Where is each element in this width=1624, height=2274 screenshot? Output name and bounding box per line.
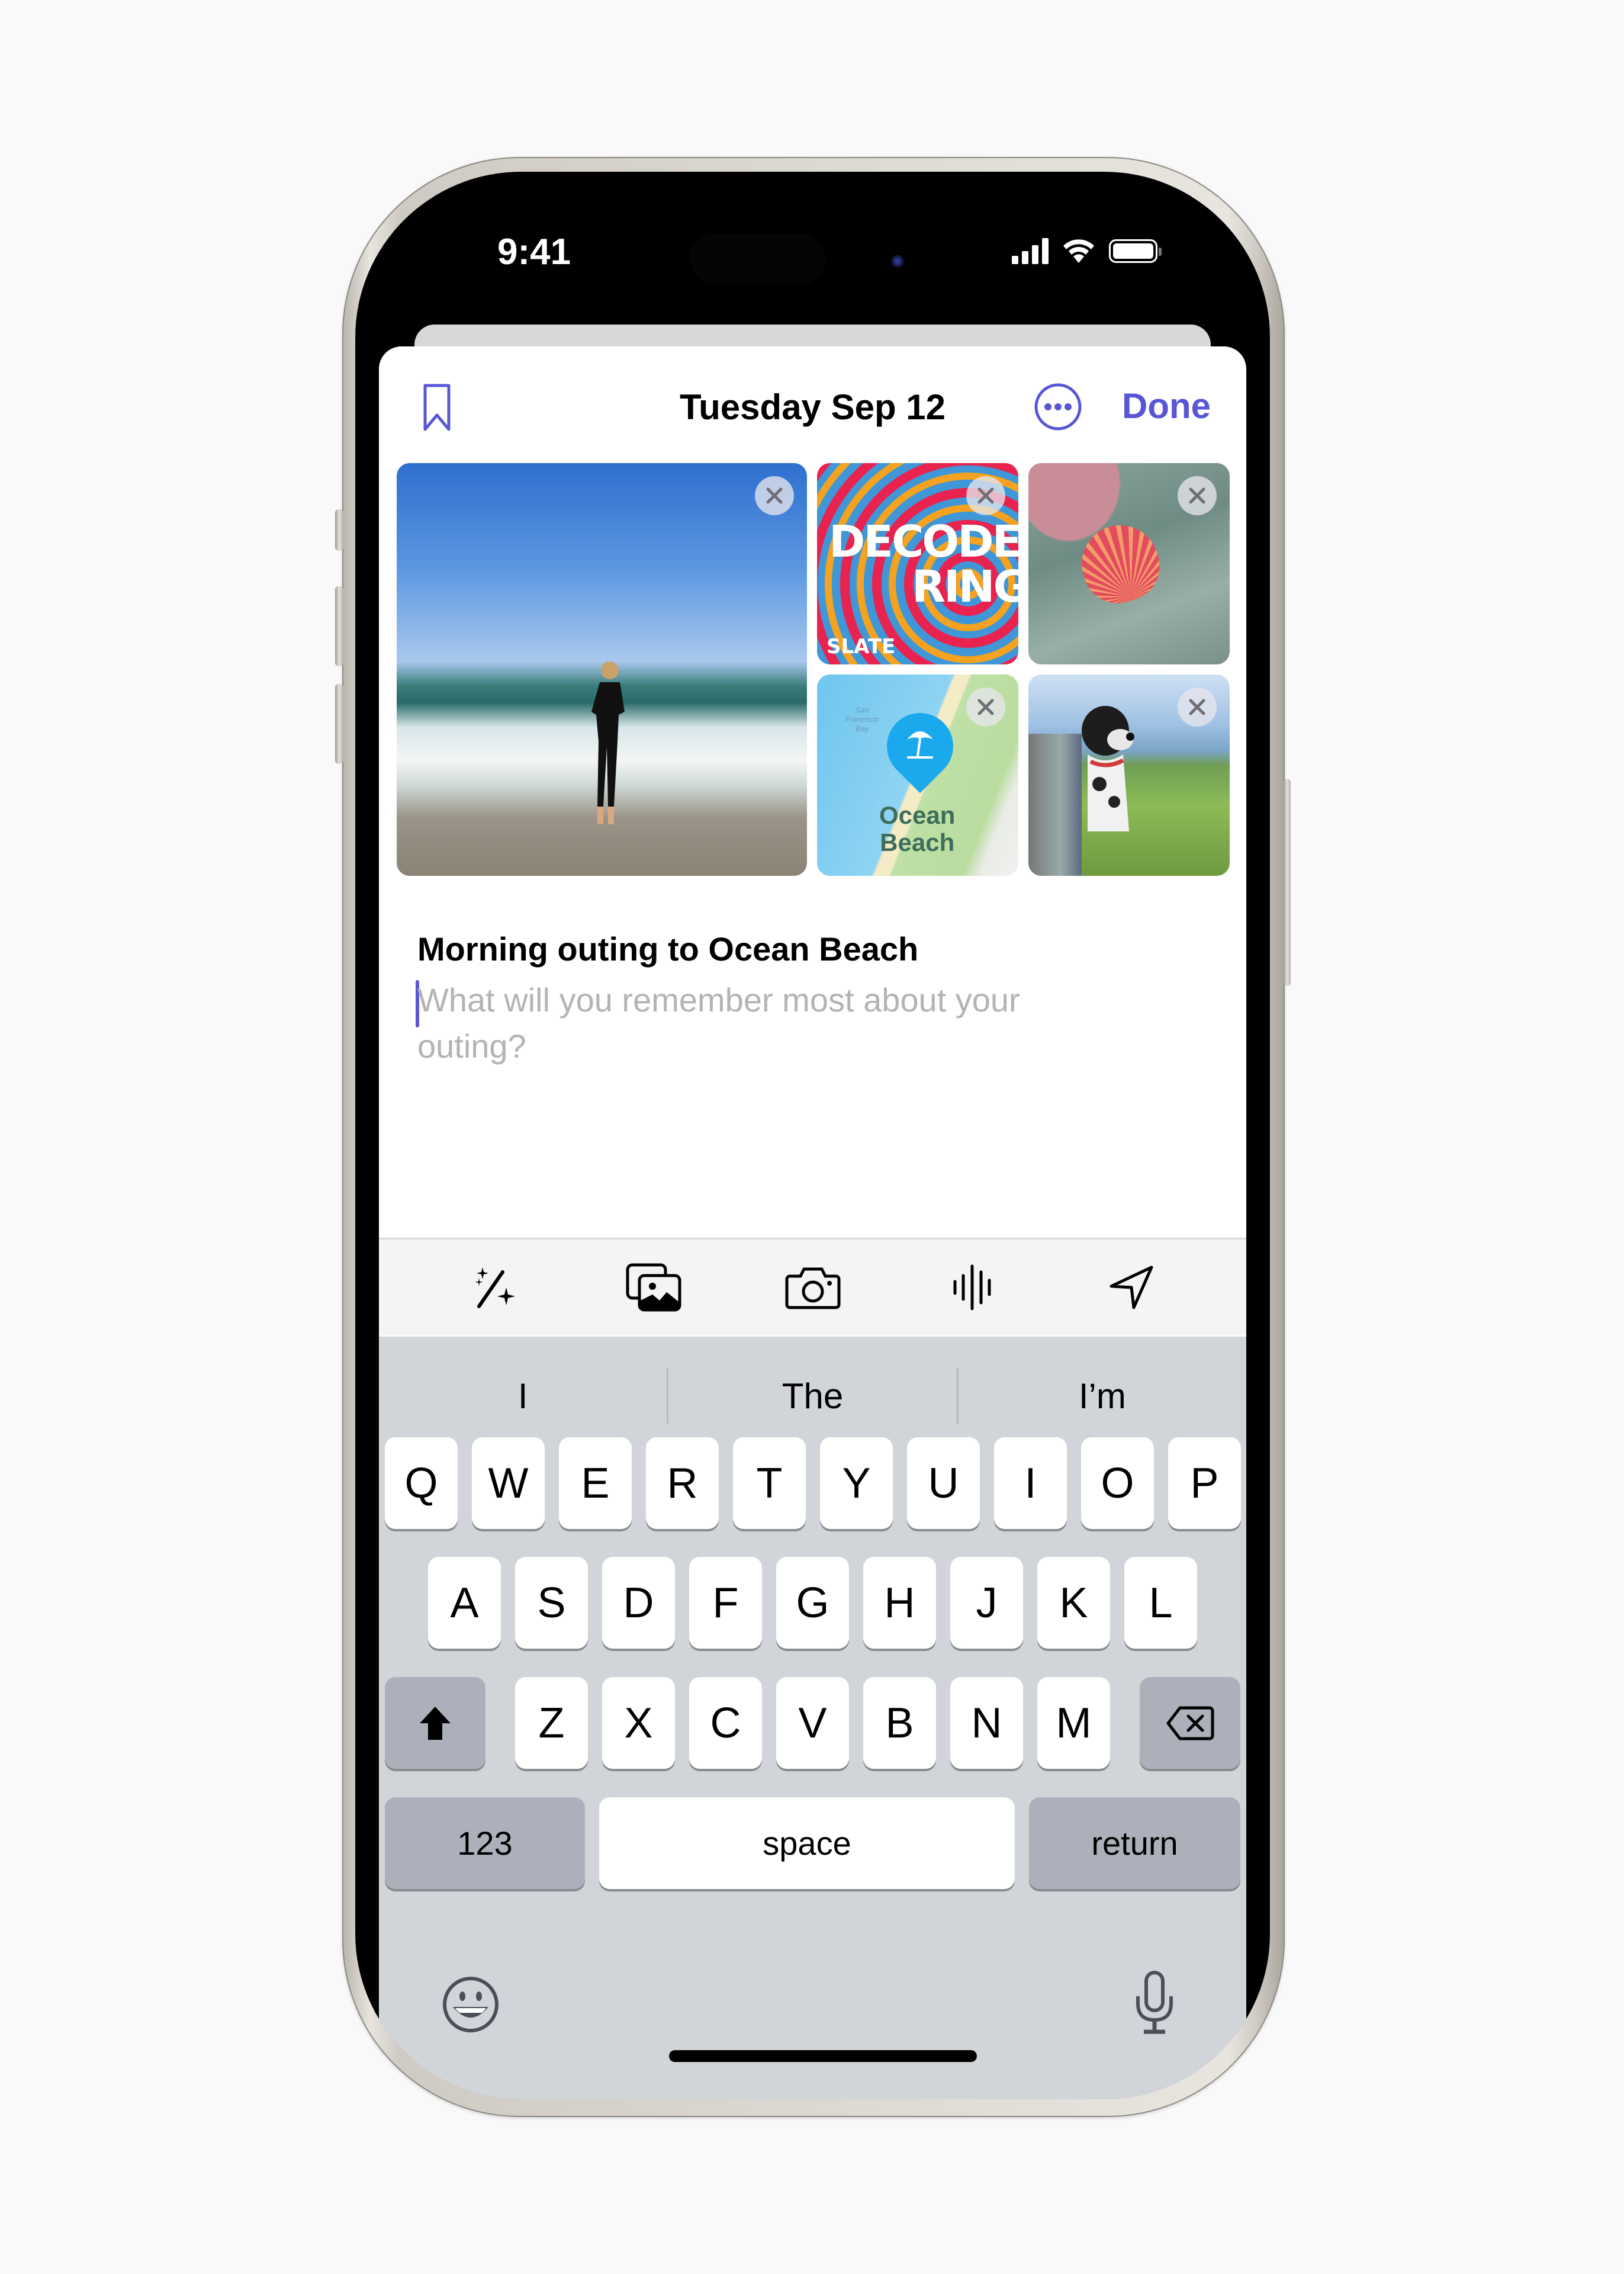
prediction-item[interactable]: The (668, 1337, 956, 1455)
key-p[interactable]: P (1168, 1437, 1241, 1529)
key-a[interactable]: A (428, 1557, 501, 1649)
close-icon (766, 487, 783, 504)
entry-date-title: Tuesday Sep 12 (679, 387, 946, 427)
numbers-key[interactable]: 123 (385, 1797, 585, 1889)
remove-media-button[interactable] (966, 476, 1005, 515)
photo-library-icon (626, 1263, 681, 1312)
podcast-artwork-title: DECODER RING (829, 516, 1018, 612)
key-w[interactable]: W (472, 1437, 545, 1529)
location-arrow-icon (1110, 1266, 1153, 1309)
shift-key[interactable] (385, 1677, 485, 1769)
surfer-figure (591, 661, 625, 824)
entry-header: Tuesday Sep 12 Done (379, 346, 1246, 465)
entry-title[interactable]: Morning outing to Ocean Beach (417, 930, 918, 968)
remove-media-button[interactable] (755, 476, 794, 515)
camera-button[interactable] (780, 1255, 845, 1320)
key-v[interactable]: V (776, 1677, 849, 1769)
delete-backward-icon (1166, 1706, 1214, 1740)
front-camera (891, 255, 904, 268)
key-s[interactable]: S (515, 1557, 588, 1649)
space-key[interactable]: space (599, 1797, 1015, 1889)
key-g[interactable]: G (776, 1557, 849, 1649)
key-f[interactable]: F (689, 1557, 762, 1649)
media-tile-podcast[interactable]: DECODER RING SLATE (817, 463, 1018, 664)
key-i[interactable]: I (994, 1437, 1067, 1529)
shift-icon (420, 1706, 451, 1740)
key-q[interactable]: Q (385, 1437, 458, 1529)
microphone-icon[interactable] (1131, 1970, 1178, 2035)
close-icon (977, 699, 994, 715)
key-u[interactable]: U (907, 1437, 980, 1529)
map-bay-label: San Francisco Bay (845, 705, 879, 733)
dynamic-island (690, 234, 826, 284)
key-m[interactable]: M (1037, 1677, 1110, 1769)
close-icon (1189, 487, 1205, 504)
status-icons (1012, 238, 1162, 264)
key-c[interactable]: C (689, 1677, 762, 1769)
remove-media-button[interactable] (1178, 688, 1217, 727)
location-button[interactable] (1099, 1255, 1164, 1320)
entry-body-input[interactable]: What will you remember most about your o… (417, 977, 1128, 1069)
dog-figure (1082, 706, 1134, 831)
audio-button[interactable] (940, 1255, 1005, 1320)
phone-screen: 9:41 Tuesday Sep 12 Done DECODE RING SLA… (355, 172, 1270, 2099)
cellular-signal-icon (1012, 238, 1049, 264)
media-tile-shell-photo[interactable] (1028, 463, 1230, 664)
key-j[interactable]: J (950, 1557, 1023, 1649)
media-tile-map[interactable]: San Francisco Bay Ocean Beach (817, 675, 1018, 876)
delete-key[interactable] (1140, 1677, 1240, 1769)
suggestions-button[interactable] (462, 1255, 527, 1320)
photos-button[interactable] (621, 1255, 686, 1320)
side-button (1284, 779, 1291, 986)
key-r[interactable]: R (646, 1437, 719, 1529)
key-l[interactable]: L (1124, 1557, 1197, 1649)
map-place-label: Ocean Beach (879, 801, 956, 856)
close-icon (1189, 699, 1205, 715)
journal-entry-sheet: Tuesday Sep 12 Done DECODE RING SLATE Sa… (379, 346, 1246, 2099)
volume-up-button (335, 586, 343, 666)
camera-icon (785, 1267, 840, 1309)
media-tile-dog-photo[interactable] (1028, 675, 1230, 876)
beach-umbrella-icon (907, 731, 933, 759)
key-d[interactable]: D (602, 1557, 675, 1649)
key-b[interactable]: B (863, 1677, 936, 1769)
wifi-icon (1063, 239, 1094, 263)
battery-icon (1109, 239, 1162, 263)
key-x[interactable]: X (602, 1677, 675, 1769)
home-indicator[interactable] (669, 2050, 977, 2062)
status-time: 9:41 (497, 232, 571, 272)
media-grid: DECODER RING SLATE SanFranciscoBay (397, 463, 1230, 876)
done-button[interactable]: Done (1122, 386, 1211, 426)
key-t[interactable]: T (733, 1437, 806, 1529)
magic-wand-sparkles-icon (474, 1267, 515, 1308)
key-e[interactable]: E (559, 1437, 632, 1529)
emoji-icon[interactable] (441, 1975, 500, 2034)
keyboard: I The I’m QWERTYUIOPASDFGHJKLZXCVBNM 123… (379, 1337, 1246, 2099)
podcast-brand: SLATE (827, 635, 896, 659)
key-k[interactable]: K (1037, 1557, 1110, 1649)
ellipsis-circle-icon[interactable] (1033, 382, 1083, 432)
audio-waveform-icon (953, 1264, 991, 1311)
return-key[interactable]: return (1029, 1797, 1240, 1889)
remove-media-button[interactable] (1178, 476, 1217, 515)
action-button (335, 509, 343, 551)
key-y[interactable]: Y (820, 1437, 893, 1529)
close-icon (977, 487, 994, 504)
key-o[interactable]: O (1081, 1437, 1154, 1529)
media-tile-beach-photo[interactable] (397, 463, 807, 876)
key-z[interactable]: Z (515, 1677, 588, 1769)
remove-media-button[interactable] (966, 688, 1005, 727)
entry-toolbar (379, 1238, 1246, 1335)
volume-down-button (335, 684, 343, 764)
key-h[interactable]: H (863, 1557, 936, 1649)
key-n[interactable]: N (950, 1677, 1023, 1769)
scallop-shell (1072, 515, 1169, 612)
